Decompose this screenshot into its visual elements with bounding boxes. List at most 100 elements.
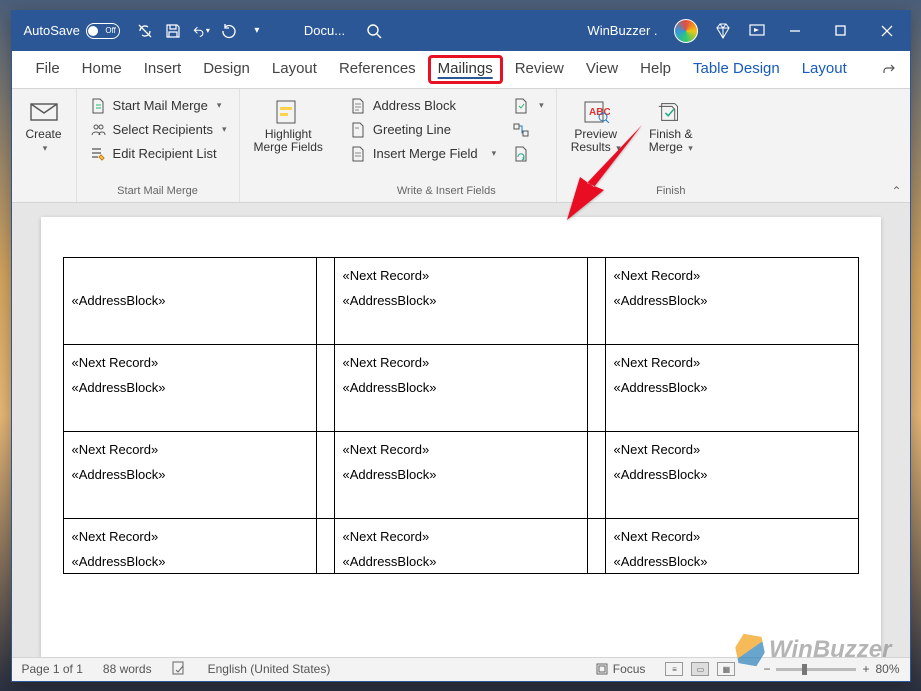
labels-table[interactable]: «AddressBlock» «Next Record» «AddressBlo… bbox=[63, 257, 859, 574]
ribbon-tabs: File Home Insert Design Layout Reference… bbox=[12, 51, 910, 89]
zoom-level[interactable]: 80% bbox=[875, 662, 899, 676]
group-create: Create▾ bbox=[12, 89, 77, 202]
zoom-slider[interactable] bbox=[776, 668, 856, 671]
share-button[interactable] bbox=[876, 58, 902, 80]
proofing-icon[interactable] bbox=[172, 661, 188, 678]
group-label-write: Write & Insert Fields bbox=[397, 183, 496, 200]
start-mail-merge-button[interactable]: Start Mail Merge▾ bbox=[85, 95, 231, 117]
greeting-line-button[interactable]: Greeting Line bbox=[345, 119, 500, 141]
update-labels-icon bbox=[512, 145, 530, 163]
autosave-control[interactable]: AutoSave Off bbox=[24, 23, 120, 39]
statusbar: Page 1 of 1 88 words English (United Sta… bbox=[12, 657, 910, 681]
table-row: «AddressBlock» «Next Record» «AddressBlo… bbox=[63, 257, 858, 344]
page-icon bbox=[349, 145, 367, 163]
print-layout-icon[interactable]: ▭ bbox=[691, 662, 709, 676]
undo-icon[interactable]: ▾ bbox=[192, 22, 210, 40]
table-row: «Next Record» «AddressBlock» «Next Recor… bbox=[63, 431, 858, 518]
tab-table-design[interactable]: Table Design bbox=[683, 55, 790, 84]
label-cell[interactable]: «Next Record» «AddressBlock» bbox=[63, 518, 316, 573]
label-cell[interactable]: «Next Record» «AddressBlock» bbox=[605, 518, 858, 573]
tab-table-layout[interactable]: Layout bbox=[792, 55, 857, 84]
tab-home[interactable]: Home bbox=[72, 55, 132, 84]
diamond-icon[interactable] bbox=[714, 22, 732, 40]
tab-view[interactable]: View bbox=[576, 55, 628, 84]
tab-references[interactable]: References bbox=[329, 55, 426, 84]
minimize-button[interactable] bbox=[772, 11, 818, 51]
label-cell[interactable]: «Next Record» «AddressBlock» bbox=[605, 344, 858, 431]
preview-icon: ABC bbox=[582, 99, 610, 125]
document-name[interactable]: Docu... bbox=[304, 23, 345, 38]
preview-results-wrapper: ABC PreviewResults ▾ bbox=[557, 89, 635, 202]
autosave-label: AutoSave bbox=[24, 23, 80, 38]
create-button[interactable]: Create▾ bbox=[20, 95, 68, 158]
edit-list-icon bbox=[89, 145, 107, 163]
presentation-mode-icon[interactable] bbox=[748, 22, 766, 40]
label-cell[interactable]: «Next Record» «AddressBlock» bbox=[605, 257, 858, 344]
read-mode-icon[interactable]: ≡ bbox=[665, 662, 683, 676]
app-title: WinBuzzer . bbox=[587, 23, 657, 38]
label-cell[interactable]: «Next Record» «AddressBlock» bbox=[334, 344, 587, 431]
view-buttons: ≡ ▭ ▦ bbox=[665, 662, 735, 676]
language-indicator[interactable]: English (United States) bbox=[208, 662, 331, 676]
title-right-group: WinBuzzer . bbox=[587, 19, 765, 43]
tab-help[interactable]: Help bbox=[630, 55, 681, 84]
autosave-toggle[interactable]: Off bbox=[86, 23, 120, 39]
preview-results-button[interactable]: ABC PreviewResults ▾ bbox=[565, 95, 627, 158]
label-cell[interactable]: «Next Record» «AddressBlock» bbox=[334, 518, 587, 573]
close-button[interactable] bbox=[864, 11, 910, 51]
label-cell[interactable]: «Next Record» «AddressBlock» bbox=[334, 257, 587, 344]
user-avatar[interactable] bbox=[674, 19, 698, 43]
address-block-button[interactable]: Address Block bbox=[345, 95, 500, 117]
zoom-control[interactable]: − + 80% bbox=[763, 662, 899, 676]
label-cell[interactable]: «AddressBlock» bbox=[63, 257, 316, 344]
zoom-out-button[interactable]: − bbox=[763, 662, 770, 676]
edit-recipient-list-button[interactable]: Edit Recipient List bbox=[85, 143, 231, 165]
window-controls bbox=[772, 11, 910, 51]
match-fields-button[interactable] bbox=[508, 119, 548, 141]
tab-review[interactable]: Review bbox=[505, 55, 574, 84]
label-cell[interactable]: «Next Record» «AddressBlock» bbox=[63, 344, 316, 431]
tab-layout[interactable]: Layout bbox=[262, 55, 327, 84]
tab-insert[interactable]: Insert bbox=[134, 55, 192, 84]
finish-merge-button[interactable]: Finish &Merge ▾ bbox=[643, 95, 699, 158]
document-area[interactable]: «AddressBlock» «Next Record» «AddressBlo… bbox=[12, 203, 910, 657]
document-icon bbox=[89, 97, 107, 115]
label-cell[interactable]: «Next Record» «AddressBlock» bbox=[63, 431, 316, 518]
word-window: AutoSave Off ▾ ▾ Docu... WinBuzzer . Fil… bbox=[11, 10, 911, 682]
rules-icon bbox=[512, 97, 530, 115]
recipients-icon bbox=[89, 121, 107, 139]
tab-design[interactable]: Design bbox=[193, 55, 260, 84]
group-finish: Finish &Merge ▾ Finish bbox=[635, 89, 707, 202]
label-cell[interactable]: «Next Record» «AddressBlock» bbox=[605, 431, 858, 518]
redo-icon[interactable] bbox=[220, 22, 238, 40]
word-count[interactable]: 88 words bbox=[103, 662, 152, 676]
focus-mode[interactable]: Focus bbox=[595, 662, 646, 676]
insert-merge-field-button[interactable]: Insert Merge Field ▾ bbox=[345, 143, 500, 165]
collapse-ribbon-button[interactable]: ⌃ bbox=[891, 184, 901, 198]
tab-file[interactable]: File bbox=[26, 55, 70, 84]
group-label-start: Start Mail Merge bbox=[117, 183, 198, 200]
web-layout-icon[interactable]: ▦ bbox=[717, 662, 735, 676]
finish-merge-icon bbox=[657, 99, 685, 125]
sync-off-icon[interactable] bbox=[136, 22, 154, 40]
select-recipients-button[interactable]: Select Recipients▾ bbox=[85, 119, 231, 141]
ribbon: Create▾ Start Mail Merge▾ Select Recipie… bbox=[12, 89, 910, 203]
highlight-icon bbox=[274, 99, 302, 125]
highlight-button-wrapper: HighlightMerge Fields bbox=[240, 89, 337, 202]
search-icon[interactable] bbox=[365, 22, 383, 40]
maximize-button[interactable] bbox=[818, 11, 864, 51]
page: «AddressBlock» «Next Record» «AddressBlo… bbox=[41, 217, 881, 657]
chevron-down-icon: ▾ bbox=[43, 143, 48, 153]
quick-access-toolbar: ▾ ▾ bbox=[136, 22, 266, 40]
save-icon[interactable] bbox=[164, 22, 182, 40]
highlight-merge-fields-button[interactable]: HighlightMerge Fields bbox=[248, 95, 329, 158]
rules-button[interactable]: ▾ bbox=[508, 95, 548, 117]
tab-mailings[interactable]: Mailings bbox=[428, 55, 503, 84]
qat-overflow-icon[interactable]: ▾ bbox=[248, 22, 266, 40]
page-indicator[interactable]: Page 1 of 1 bbox=[22, 662, 83, 676]
label-cell[interactable]: «Next Record» «AddressBlock» bbox=[334, 431, 587, 518]
table-row: «Next Record» «AddressBlock» «Next Recor… bbox=[63, 518, 858, 573]
zoom-in-button[interactable]: + bbox=[862, 662, 869, 676]
update-labels-button[interactable] bbox=[508, 143, 548, 165]
page-icon bbox=[349, 121, 367, 139]
